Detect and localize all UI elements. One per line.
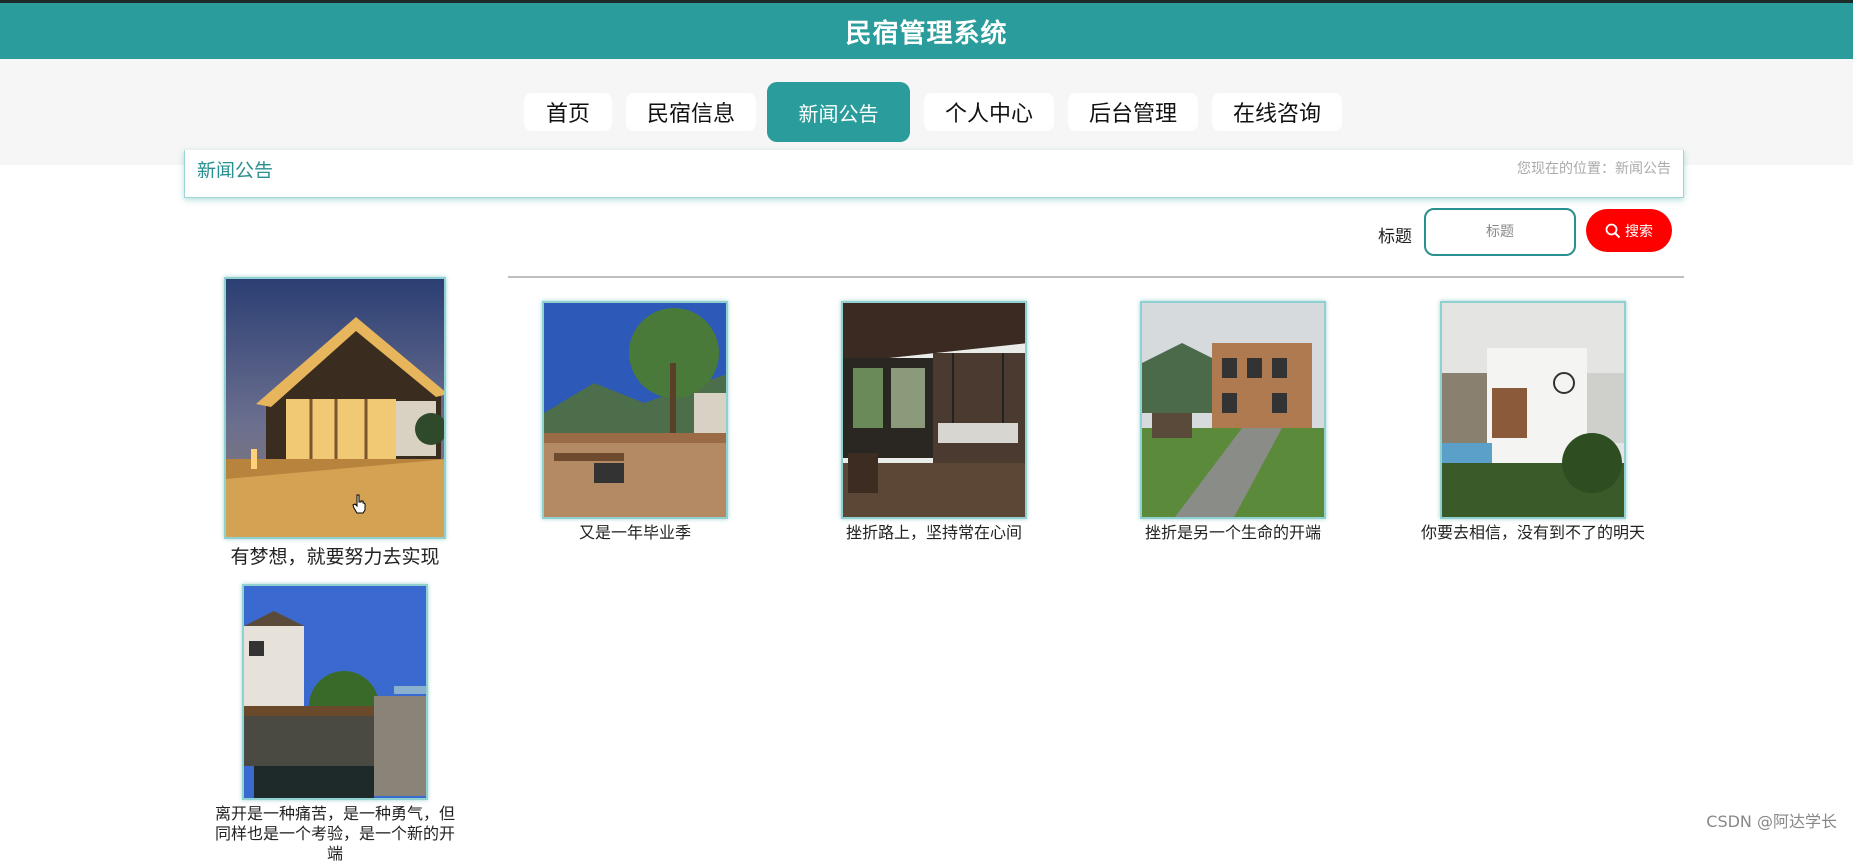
news-thumbnail[interactable] (1440, 301, 1626, 519)
news-card[interactable]: 挫折是另一个生命的开端 (1140, 301, 1326, 547)
breadcrumb-title: 新闻公告 (197, 156, 273, 178)
news-card[interactable]: 有梦想，就要努力去实现 (224, 277, 446, 577)
content-divider (508, 276, 1684, 278)
news-caption[interactable]: 挫折路上，坚持常在心间 (811, 523, 1057, 543)
search-label: 标题 (1378, 222, 1412, 247)
breadcrumb-panel: 新闻公告 您现在的位置：新闻公告 (184, 150, 1684, 198)
breadcrumb-position: 您现在的位置：新闻公告 (1517, 158, 1671, 176)
nav-item-news[interactable]: 新闻公告 (767, 82, 910, 142)
news-thumbnail[interactable] (542, 301, 728, 519)
news-card[interactable]: 挫折路上，坚持常在心间 (841, 301, 1027, 547)
deck-with-mountain-view-photo (544, 303, 728, 519)
search-button-label: 搜索 (1625, 221, 1653, 241)
porch-swing-photo (843, 303, 1027, 519)
white-modern-villa-photo (1442, 303, 1626, 519)
nav-item-admin[interactable]: 后台管理 (1068, 93, 1198, 131)
news-card[interactable]: 离开是一种痛苦，是一种勇气，但同样也是一个考验，是一个新的开端 (242, 584, 428, 840)
nav-item-personal-center[interactable]: 个人中心 (924, 93, 1054, 131)
news-card[interactable]: 你要去相信，没有到不了的明天 (1440, 301, 1626, 547)
news-thumbnail[interactable] (242, 584, 428, 800)
site-title: 民宿管理系统 (845, 13, 1007, 50)
cliffside-garden-villa-photo (244, 586, 428, 800)
stone-path-villa-photo (1142, 303, 1326, 519)
search-button[interactable]: 搜索 (1586, 209, 1672, 252)
nav-item-homestay-info[interactable]: 民宿信息 (626, 93, 756, 131)
search-input[interactable] (1424, 208, 1576, 256)
news-caption[interactable]: 你要去相信，没有到不了的明天 (1410, 523, 1656, 543)
modern-wooden-house-night-photo (226, 279, 446, 539)
hand-cursor-icon (352, 494, 366, 514)
news-caption[interactable]: 又是一年毕业季 (512, 523, 758, 543)
news-caption[interactable]: 有梦想，就要努力去实现 (194, 547, 476, 567)
news-caption[interactable]: 挫折是另一个生命的开端 (1110, 523, 1356, 543)
search-icon (1605, 223, 1621, 239)
nav-item-home[interactable]: 首页 (524, 93, 612, 131)
news-thumbnail[interactable] (1140, 301, 1326, 519)
news-thumbnail[interactable] (224, 277, 446, 539)
news-caption[interactable]: 离开是一种痛苦，是一种勇气，但同样也是一个考验，是一个新的开端 (212, 804, 458, 864)
news-card[interactable]: 又是一年毕业季 (542, 301, 728, 547)
news-thumbnail[interactable] (841, 301, 1027, 519)
nav-item-online-consult[interactable]: 在线咨询 (1212, 93, 1342, 131)
site-header: 民宿管理系统 (0, 3, 1853, 59)
watermark: CSDN @阿达学长 (1706, 808, 1837, 832)
